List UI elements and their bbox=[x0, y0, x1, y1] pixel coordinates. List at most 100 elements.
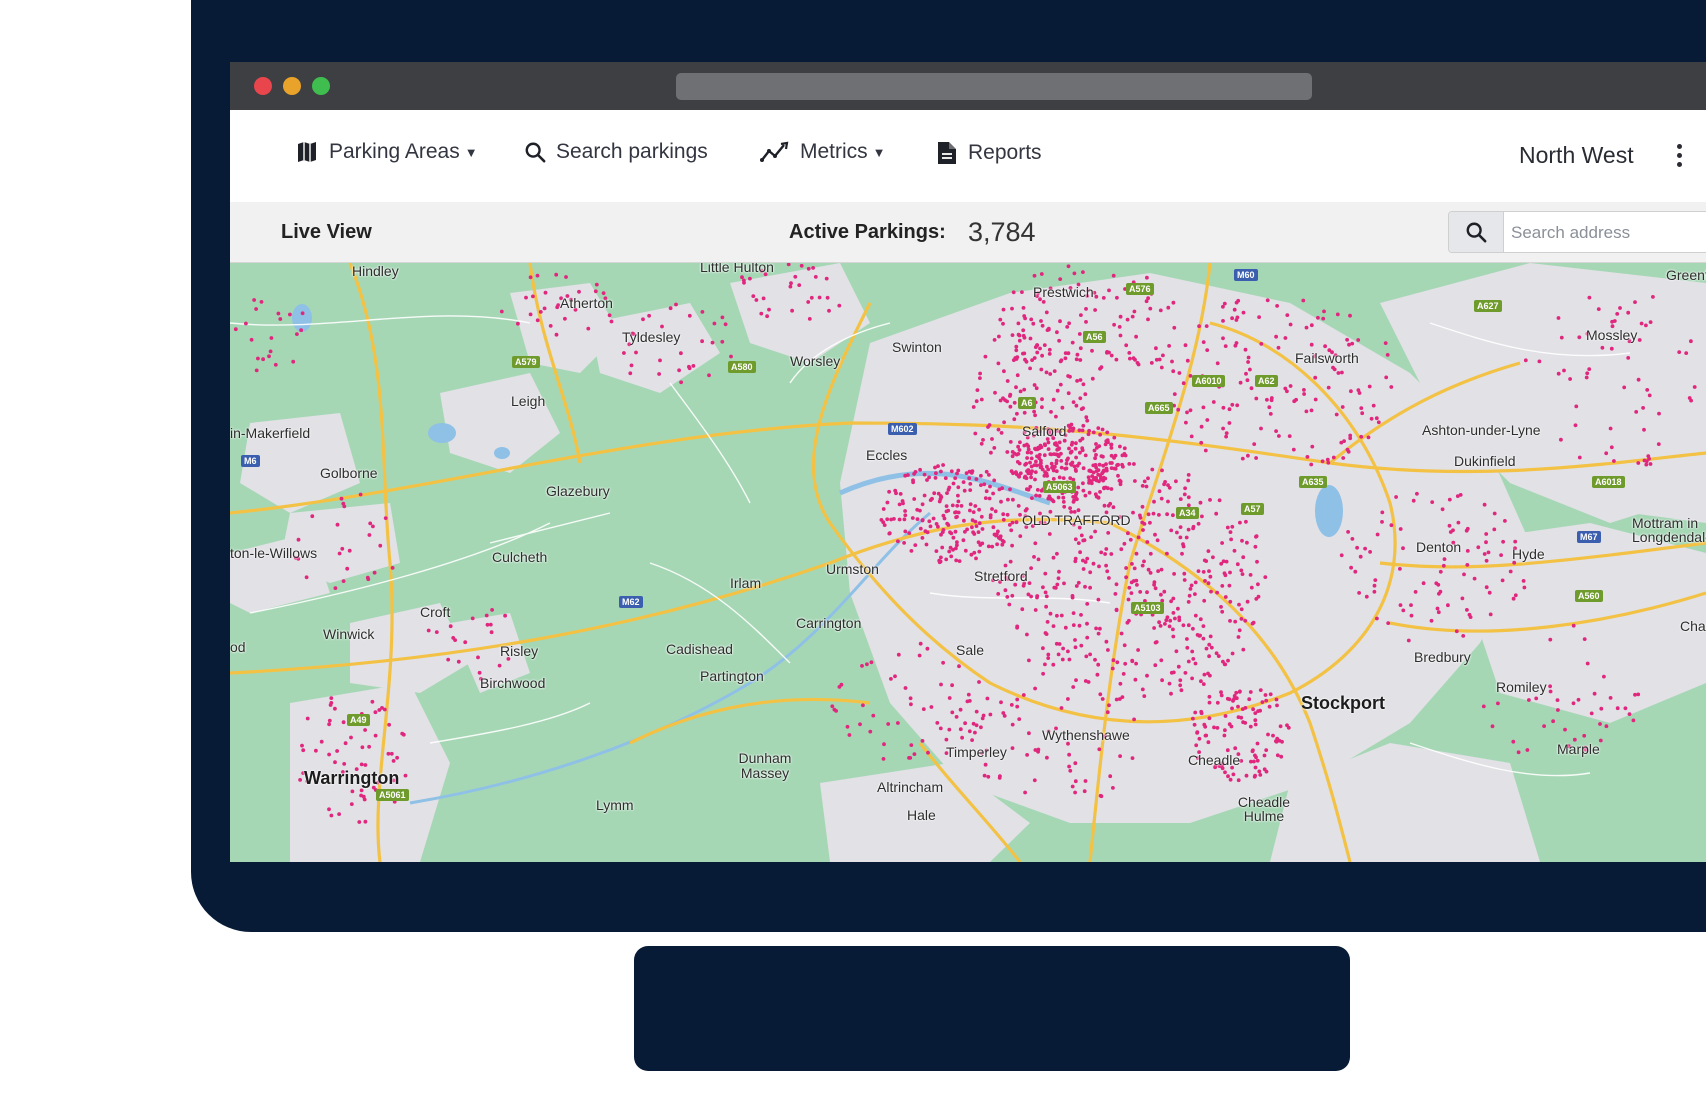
parking-dot bbox=[291, 359, 296, 364]
parking-dot bbox=[1130, 314, 1135, 319]
parking-dot bbox=[254, 307, 258, 311]
parking-dot bbox=[1010, 333, 1015, 337]
parking-dot bbox=[1045, 474, 1049, 478]
parking-dot bbox=[933, 476, 938, 480]
parking-dot bbox=[1201, 682, 1206, 686]
parking-dot bbox=[1523, 358, 1528, 363]
parking-dot bbox=[1074, 441, 1078, 446]
parking-dot bbox=[1587, 295, 1592, 300]
parking-dot bbox=[957, 559, 962, 563]
parking-dot bbox=[1184, 535, 1189, 540]
parking-dot bbox=[912, 497, 917, 501]
address-search-button[interactable] bbox=[1449, 212, 1504, 252]
parking-dot bbox=[893, 488, 898, 493]
road-badge: A576 bbox=[1126, 283, 1154, 295]
parking-dot bbox=[1049, 461, 1054, 466]
nav-search-parkings[interactable]: Search parkings bbox=[524, 140, 708, 164]
parking-dot bbox=[962, 488, 967, 493]
parking-dot bbox=[1436, 582, 1441, 587]
parking-dot bbox=[1415, 491, 1419, 496]
parking-dot bbox=[1639, 321, 1644, 326]
parking-dot bbox=[1067, 429, 1072, 433]
parking-dot bbox=[1112, 466, 1117, 471]
parking-dot bbox=[564, 275, 568, 279]
parking-dot bbox=[1040, 405, 1044, 410]
search-icon bbox=[525, 142, 546, 163]
parking-dot bbox=[893, 674, 897, 679]
parking-dot bbox=[296, 537, 301, 542]
parking-dot bbox=[1559, 335, 1564, 340]
parking-dot bbox=[1065, 325, 1070, 329]
parking-dot bbox=[1389, 523, 1394, 528]
parking-dot bbox=[1184, 420, 1188, 425]
parking-dot bbox=[1041, 671, 1045, 676]
parking-dot bbox=[999, 431, 1004, 435]
parking-dot bbox=[634, 350, 638, 355]
nav-parking-areas[interactable]: Parking Areas ▼ bbox=[295, 140, 478, 164]
parking-dot bbox=[1018, 389, 1023, 394]
parking-map[interactable]: Hindley Little Hulton Prestwich Atherton… bbox=[230, 263, 1706, 862]
parking-dot bbox=[1248, 367, 1252, 372]
parking-dot bbox=[963, 529, 967, 534]
nav-reports[interactable]: Reports bbox=[936, 140, 1042, 166]
parking-dot bbox=[1254, 456, 1258, 460]
place-label: Altrincham bbox=[877, 779, 944, 795]
parking-dot bbox=[1492, 527, 1497, 532]
parking-dot bbox=[1030, 496, 1034, 500]
road-badge: A6018 bbox=[1592, 476, 1625, 488]
parking-dot bbox=[1033, 413, 1037, 418]
parking-dot bbox=[1109, 446, 1114, 450]
place-label: Golborne bbox=[320, 465, 378, 481]
parking-dot bbox=[335, 749, 339, 753]
place-label: Irlam bbox=[730, 575, 762, 591]
parking-dot bbox=[1409, 613, 1414, 618]
parking-dot bbox=[986, 774, 991, 779]
parking-dot bbox=[1245, 599, 1250, 604]
parking-dot bbox=[1062, 504, 1067, 509]
parking-dot bbox=[333, 760, 337, 765]
maximize-window-dot[interactable] bbox=[312, 77, 330, 95]
parking-dot bbox=[1024, 476, 1029, 481]
place-label: Little Hulton bbox=[700, 263, 774, 275]
close-window-dot[interactable] bbox=[254, 77, 272, 95]
parking-dot bbox=[1167, 624, 1172, 629]
parking-dot bbox=[1059, 706, 1064, 710]
parking-dot bbox=[998, 398, 1003, 403]
region-selector[interactable]: North West bbox=[1519, 142, 1634, 169]
parking-dot bbox=[1084, 415, 1089, 420]
parking-dot bbox=[1138, 513, 1142, 518]
place-label: Marple bbox=[1557, 741, 1600, 757]
parking-dot bbox=[956, 510, 961, 515]
parking-dot bbox=[1015, 373, 1020, 378]
minimize-window-dot[interactable] bbox=[283, 77, 301, 95]
parking-dot bbox=[1062, 581, 1066, 586]
parking-dot bbox=[1132, 309, 1137, 314]
parking-dot bbox=[1176, 606, 1180, 611]
parking-dot bbox=[1035, 595, 1039, 600]
parking-dot bbox=[1075, 352, 1080, 357]
parking-dot bbox=[1641, 406, 1645, 410]
parking-dot bbox=[742, 278, 746, 283]
parking-dot bbox=[1227, 407, 1232, 412]
parking-dot bbox=[1442, 557, 1447, 561]
parking-dot bbox=[1251, 707, 1255, 712]
parking-dot bbox=[1085, 635, 1090, 640]
parking-dot bbox=[1689, 339, 1693, 344]
address-search-input[interactable] bbox=[1509, 212, 1706, 252]
address-bar[interactable] bbox=[676, 73, 1312, 100]
more-menu-icon[interactable] bbox=[1675, 144, 1683, 167]
parking-dot bbox=[1136, 362, 1141, 367]
parking-dot bbox=[1148, 551, 1153, 556]
parking-dot bbox=[1052, 452, 1056, 456]
nav-metrics[interactable]: Metrics ▼ bbox=[760, 140, 886, 164]
parking-dot bbox=[1070, 340, 1075, 345]
parking-dot bbox=[946, 487, 951, 492]
parking-dot bbox=[1331, 365, 1335, 370]
parking-dot bbox=[327, 752, 331, 757]
parking-dot bbox=[345, 566, 350, 571]
parking-dot bbox=[1011, 497, 1015, 502]
parking-dot bbox=[1644, 462, 1649, 467]
parking-dot bbox=[278, 317, 283, 321]
parking-dot bbox=[1176, 664, 1181, 669]
parking-dot bbox=[1413, 590, 1418, 594]
